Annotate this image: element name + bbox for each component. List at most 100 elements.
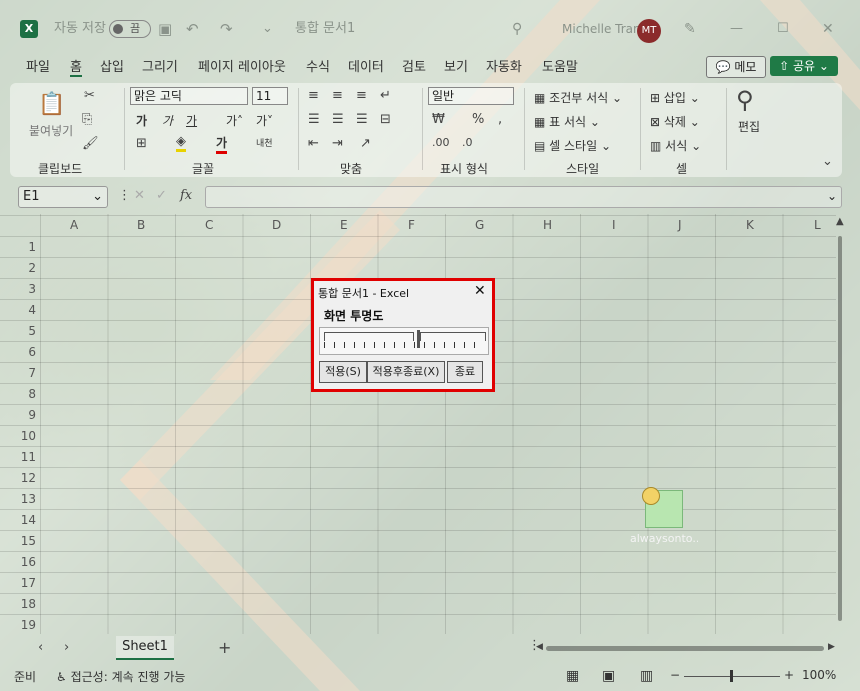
italic-icon[interactable]: 가 xyxy=(162,112,173,129)
copy-icon[interactable]: ⎘ xyxy=(82,112,92,127)
close-icon[interactable]: ✕ xyxy=(474,283,486,299)
tab-insert[interactable]: 삽입 xyxy=(100,56,124,75)
zoom-level[interactable]: 100% xyxy=(802,668,836,682)
page-layout-view-icon[interactable]: ▣ xyxy=(602,668,615,684)
row-header[interactable]: 6 xyxy=(12,345,36,359)
align-center-icon[interactable]: ☰ xyxy=(332,112,344,127)
tab-data[interactable]: 데이터 xyxy=(348,56,384,75)
tab-home[interactable]: 홈 xyxy=(70,56,82,77)
minimize-icon[interactable]: — xyxy=(730,18,743,40)
delete-cells-button[interactable]: ⊠ 삭제 ⌄ xyxy=(650,113,700,130)
column-header[interactable]: D xyxy=(272,218,281,232)
zoom-out-icon[interactable]: − xyxy=(670,668,680,682)
row-header[interactable]: 18 xyxy=(12,597,36,611)
align-right-icon[interactable]: ☰ xyxy=(356,112,368,127)
tab-draw[interactable]: 그리기 xyxy=(142,56,178,75)
cancel-entry-icon[interactable]: ✕ xyxy=(134,188,145,203)
vertical-scrollbar[interactable] xyxy=(836,232,844,632)
align-middle-icon[interactable]: ≡ xyxy=(332,88,343,103)
page-break-view-icon[interactable]: ▥ xyxy=(640,668,653,684)
font-name-select[interactable]: 맑은 고딕 xyxy=(130,87,248,105)
column-header[interactable]: B xyxy=(137,218,145,232)
scroll-right-icon[interactable]: ▶ xyxy=(828,642,835,652)
row-header[interactable]: 4 xyxy=(12,303,36,317)
tab-automate[interactable]: 자동화 xyxy=(486,56,522,75)
tab-help[interactable]: 도움말 xyxy=(542,56,578,75)
column-header[interactable]: G xyxy=(475,218,484,232)
decrease-indent-icon[interactable]: ⇤ xyxy=(308,136,319,151)
save-icon[interactable]: ▣ xyxy=(158,18,172,40)
transparency-slider[interactable] xyxy=(319,327,489,355)
align-bottom-icon[interactable]: ≡ xyxy=(356,88,367,103)
tab-review[interactable]: 검토 xyxy=(402,56,426,75)
cut-icon[interactable]: ✂ xyxy=(84,88,95,103)
row-header[interactable]: 7 xyxy=(12,366,36,380)
search-icon[interactable]: ⚲ xyxy=(512,18,522,40)
formula-input[interactable]: ⌄ xyxy=(205,186,842,208)
underline-icon[interactable]: 가 xyxy=(186,112,197,129)
share-button[interactable]: ⇧ 공유 ⌄ xyxy=(770,56,838,76)
name-box[interactable]: E1 ⌄ xyxy=(18,186,108,208)
shrink-font-icon[interactable]: 가˅ xyxy=(256,112,273,129)
row-header[interactable]: 2 xyxy=(12,261,36,275)
merge-cells-icon[interactable]: ⊟ xyxy=(380,112,391,127)
more-icon[interactable]: ⋮ xyxy=(118,188,131,203)
format-as-table-button[interactable]: ▦ 표 서식 ⌄ xyxy=(534,113,600,130)
tab-formulas[interactable]: 수식 xyxy=(306,56,330,75)
slider-thumb[interactable] xyxy=(416,330,420,348)
column-header[interactable]: H xyxy=(543,218,552,232)
format-painter-icon[interactable]: 🖌 xyxy=(82,136,99,151)
conditional-formatting-button[interactable]: ▦ 조건부 서식 ⌄ xyxy=(534,89,622,106)
prev-sheet-icon[interactable]: ‹ xyxy=(38,640,43,655)
font-size-select[interactable]: 11 xyxy=(252,87,288,105)
undo-icon[interactable]: ↶ xyxy=(186,18,199,40)
increase-indent-icon[interactable]: ⇥ xyxy=(332,136,343,151)
row-header[interactable]: 8 xyxy=(12,387,36,401)
bold-icon[interactable]: 가 xyxy=(136,112,147,129)
font-color-icon[interactable]: 가 xyxy=(216,134,228,154)
number-format-select[interactable]: 일반 xyxy=(428,87,514,105)
fill-color-icon[interactable]: ◈ xyxy=(176,134,186,152)
autosave-toggle[interactable]: 끔 xyxy=(109,20,151,38)
desktop-shortcut[interactable]: alwaysonto... xyxy=(630,487,698,545)
column-header[interactable]: J xyxy=(678,218,682,232)
row-header[interactable]: 10 xyxy=(12,429,36,443)
avatar[interactable]: MT xyxy=(637,19,661,43)
memo-button[interactable]: 💬 메모 xyxy=(706,56,766,78)
wrap-text-icon[interactable]: ↵ xyxy=(380,88,391,103)
user-name[interactable]: Michelle Tran xyxy=(562,18,641,40)
collapse-ribbon-icon[interactable]: ⌄ xyxy=(822,154,833,169)
paste-label[interactable]: 붙여넣기 xyxy=(29,122,73,139)
align-left-icon[interactable]: ☰ xyxy=(308,112,320,127)
editing-button[interactable]: 편집 xyxy=(738,118,760,135)
accessibility-status[interactable]: ♿ 접근성: 계속 진행 가능 xyxy=(56,668,185,685)
column-header[interactable]: I xyxy=(612,218,616,232)
expand-formula-icon[interactable]: ⌄ xyxy=(827,189,837,203)
tab-file[interactable]: 파일 xyxy=(26,56,50,75)
scroll-left-icon[interactable]: ◀ xyxy=(536,642,543,652)
apply-close-button[interactable]: 적용후종료(X) xyxy=(367,361,445,383)
row-header[interactable]: 13 xyxy=(12,492,36,506)
format-cells-button[interactable]: ▥ 서식 ⌄ xyxy=(650,137,701,154)
paste-icon[interactable]: 📋 xyxy=(38,92,65,117)
add-sheet-icon[interactable]: + xyxy=(218,638,231,657)
percent-icon[interactable]: % xyxy=(472,112,484,127)
apply-button[interactable]: 적용(S) xyxy=(319,361,367,383)
confirm-entry-icon[interactable]: ✓ xyxy=(156,188,167,203)
row-header[interactable]: 19 xyxy=(12,618,36,632)
column-header[interactable]: L xyxy=(814,218,821,232)
maximize-icon[interactable]: ☐ xyxy=(777,18,789,40)
scroll-up-icon[interactable]: ▲ xyxy=(836,216,844,227)
increase-decimal-icon[interactable]: .00 xyxy=(432,136,450,149)
row-header[interactable]: 5 xyxy=(12,324,36,338)
dialog-close-button[interactable]: 종료 xyxy=(447,361,483,383)
tab-view[interactable]: 보기 xyxy=(444,56,468,75)
sheet-tab[interactable]: Sheet1 xyxy=(116,636,174,660)
align-top-icon[interactable]: ≡ xyxy=(308,88,319,103)
row-header[interactable]: 1 xyxy=(12,240,36,254)
row-header[interactable]: 17 xyxy=(12,576,36,590)
row-header[interactable]: 3 xyxy=(12,282,36,296)
row-header[interactable]: 11 xyxy=(12,450,36,464)
column-header[interactable]: A xyxy=(70,218,78,232)
row-header[interactable]: 16 xyxy=(12,555,36,569)
